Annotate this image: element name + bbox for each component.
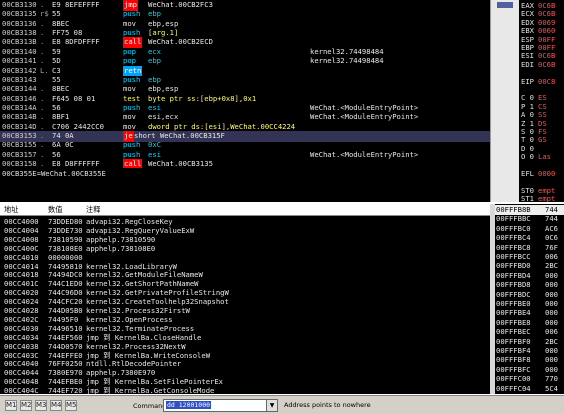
disasm-address: 00CB3158	[2, 158, 37, 168]
command-input-value[interactable]: dd 12001000	[166, 401, 212, 409]
stack-row[interactable]: 00FFFC04 5C4	[495, 384, 564, 394]
command-input[interactable]: dd 12001000	[163, 399, 268, 412]
stack-address: 00FFFC04	[496, 383, 531, 393]
registers-pane[interactable]: EAX 0C6B ECX 0C6B EDX 0069 EBX 0060 ESP 00FF EBP 00…	[519, 0, 564, 202]
register-value: 00C8	[538, 76, 556, 86]
dump-header: 地址 数值 注释	[0, 204, 490, 216]
info-pane: 00CB355E=WeChat.00CB355E	[0, 168, 490, 202]
memory-window-1-icon[interactable]: M1	[5, 400, 17, 411]
memory-window-5-icon[interactable]: M5	[65, 400, 77, 411]
dump-header-comment[interactable]: 注释	[86, 205, 100, 215]
register-value: Las	[538, 152, 551, 162]
memory-window-3-icon[interactable]: M3	[35, 400, 47, 411]
disassembly-pane[interactable]: 00CB3130. E9 8EFEFFFF jmp WeChat.00CB2FC3 00…	[0, 0, 490, 168]
register-value: empt	[538, 194, 556, 202]
disasm-row[interactable]: 00CB3158. E8 D8FFFFFF call WeChat.00CB3135	[0, 158, 490, 168]
register-value: 0C6B	[538, 59, 556, 69]
command-dropdown-button[interactable]: ▼	[266, 399, 278, 412]
register-value: 0000	[538, 169, 556, 178]
info-line-text: 00CB355E=WeChat.00CB355E	[2, 169, 106, 178]
disasm-mnemonic: call	[123, 158, 143, 168]
command-status-text: Address points to nowhere	[284, 401, 371, 409]
stack-value: 5C4	[545, 383, 558, 393]
separator-handle[interactable]	[497, 2, 513, 8]
dump-row[interactable]: 00CC404C 744EF720 jmp 到 KernelBa.GetConsol…	[0, 386, 490, 394]
register-name: O 0	[521, 152, 534, 162]
dump-header-value[interactable]: 数值	[48, 205, 62, 215]
register-value: GS	[538, 135, 547, 145]
dump-value: 744EF720	[48, 386, 83, 394]
disasm-operands: WeChat.00CB3135	[148, 158, 213, 168]
stack-pane[interactable]: 00FFFB8B 744 00FFFBBC 744 00FFFBC0 AC6 00FFFBC…	[495, 204, 564, 394]
memory-window-2-icon[interactable]: M2	[20, 400, 32, 411]
dump-pane[interactable]: 00CC4000 73DDED80 advapi32.RegCloseKey 00CC…	[0, 216, 490, 394]
command-bar: M1 M2 M3 M4 M5 Command: dd 12001000 ▼ Ad…	[0, 395, 564, 414]
dump-address: 00CC404C	[4, 386, 39, 394]
dump-comment: jmp 到 KernelBa.GetConsoleMode	[86, 386, 215, 394]
cpu-pane-separator[interactable]	[490, 0, 520, 202]
register-name: EIP	[521, 76, 534, 86]
register-name: ST1	[521, 194, 534, 202]
memory-window-4-icon[interactable]: M4	[50, 400, 62, 411]
register-name: EDI	[521, 59, 534, 69]
dump-header-address[interactable]: 地址	[4, 205, 18, 215]
disasm-marker: .	[40, 158, 45, 168]
register-name: EFL	[521, 169, 534, 178]
disasm-hex: E8 D8FFFFFF	[52, 158, 100, 168]
